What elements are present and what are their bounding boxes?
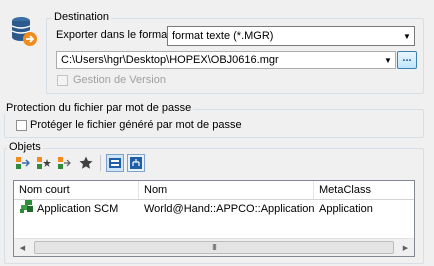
objects-group-title: Objets: [7, 141, 43, 153]
password-checkbox-row: Protéger le fichier généré par mot de pa…: [16, 119, 242, 131]
tree-view-icon[interactable]: [127, 154, 145, 172]
objects-grid: Nom court Nom MetaClass Application SCM …: [13, 180, 415, 257]
file-path-value[interactable]: C:\Users\hgr\Desktop\HOPEX\OBJ0616.mgr: [57, 54, 381, 66]
favorite-star-icon[interactable]: [77, 154, 95, 172]
version-management-checkbox[interactable]: [57, 74, 68, 86]
objects-toolbar: [14, 154, 145, 172]
destination-group-title: Destination: [52, 11, 112, 23]
scroll-track[interactable]: III: [31, 239, 397, 256]
export-format-label: Exporter dans le format: [56, 29, 171, 41]
grid-header: Nom court Nom MetaClass: [14, 181, 414, 200]
database-export-icon: [10, 15, 38, 47]
column-header-name[interactable]: Nom: [139, 181, 314, 199]
scroll-thumb[interactable]: III: [34, 241, 394, 254]
application-icon: [20, 200, 34, 218]
password-protect-checkbox[interactable]: [16, 119, 27, 131]
cell-short-name: Application SCM: [14, 200, 139, 218]
scroll-right-icon[interactable]: ▶: [397, 239, 414, 256]
horizontal-scrollbar[interactable]: ◀ III ▶: [14, 238, 414, 256]
browse-button[interactable]: ...: [397, 51, 417, 69]
list-view-icon[interactable]: [106, 154, 124, 172]
column-header-metaclass[interactable]: MetaClass: [314, 181, 414, 199]
short-name-text: Application SCM: [37, 203, 119, 215]
version-management-label: Gestion de Version: [73, 74, 166, 86]
chevron-down-icon[interactable]: ▼: [381, 56, 395, 65]
add-object-icon[interactable]: [14, 154, 32, 172]
column-header-short-name[interactable]: Nom court: [14, 181, 139, 199]
table-row[interactable]: Application SCM World@Hand::APPCO::Appli…: [14, 200, 414, 218]
toolbar-separator: [100, 155, 101, 171]
cell-metaclass: Application: [319, 203, 373, 215]
version-management-checkbox-row: Gestion de Version: [57, 74, 166, 86]
scroll-left-icon[interactable]: ◀: [14, 239, 31, 256]
export-format-value: format texte (*.MGR): [172, 30, 274, 42]
add-favorite-object-icon[interactable]: [35, 154, 53, 172]
password-protect-label: Protéger le fichier généré par mot de pa…: [30, 119, 242, 131]
file-path-combo[interactable]: C:\Users\hgr\Desktop\HOPEX\OBJ0616.mgr ▼: [56, 51, 396, 69]
cell-name: World@Hand::APPCO::Application S...: [144, 203, 314, 215]
export-format-select[interactable]: format texte (*.MGR) ▼: [167, 26, 415, 46]
chevron-down-icon[interactable]: ▼: [400, 32, 414, 41]
add-linked-object-icon[interactable]: [56, 154, 74, 172]
password-group-title: Protection du fichier par mot de passe: [4, 102, 194, 114]
